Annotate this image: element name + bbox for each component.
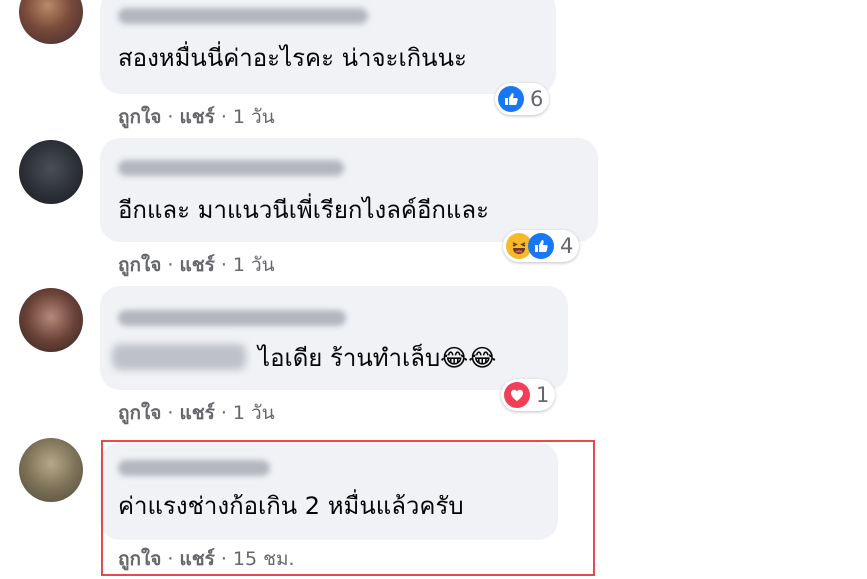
separator: · [167, 106, 174, 128]
reaction-count: 6 [530, 87, 544, 111]
reaction-summary[interactable]: 4 [503, 230, 580, 262]
avatar[interactable] [19, 140, 83, 204]
author-name-blurred[interactable] [118, 310, 346, 326]
comment-1: สองหมื่นนี่ค่าอะไรคะ น่าจะเกินนะ 6 ถูกใจ… [0, 0, 867, 130]
separator: · [167, 402, 174, 424]
reaction-summary[interactable]: 6 [495, 83, 550, 115]
avatar[interactable] [19, 288, 83, 352]
reaction-count: 1 [536, 383, 550, 407]
separator: · [167, 254, 174, 276]
comment-bubble: อีกและ มาแนวนีเพี่เรียกไงลค์อีกและ [100, 138, 598, 242]
comment-text: ไอเดีย ร้านทำเล็บ😂😂 [258, 344, 497, 372]
author-name-blurred[interactable] [118, 8, 368, 24]
highlight-box [101, 440, 595, 576]
comment-bubble: สองหมื่นนี่ค่าอะไรคะ น่าจะเกินนะ [100, 0, 556, 94]
love-icon [504, 382, 530, 408]
comment-actions: ถูกใจ · แชร์ · 1 วัน [118, 250, 275, 280]
comment-3: ไอเดีย ร้านทำเล็บ😂😂 1 ถูกใจ · แชร์ · 1 วัน [0, 280, 867, 430]
reaction-summary[interactable]: 1 [501, 379, 556, 411]
like-link[interactable]: ถูกใจ [118, 106, 161, 128]
separator: · [220, 254, 227, 276]
comment-bubble: ไอเดีย ร้านทำเล็บ😂😂 [100, 286, 568, 390]
share-link[interactable]: แชร์ [179, 402, 214, 424]
share-link[interactable]: แชร์ [179, 106, 214, 128]
avatar[interactable] [19, 0, 83, 44]
author-name-blurred[interactable] [118, 160, 344, 176]
comment-actions: ถูกใจ · แชร์ · 1 วัน [118, 102, 275, 132]
avatar[interactable] [19, 438, 83, 502]
like-icon [498, 86, 524, 112]
comment-2: อีกและ มาแนวนีเพี่เรียกไงลค์อีกและ 4 ถูก… [0, 130, 867, 280]
like-link[interactable]: ถูกใจ [118, 254, 161, 276]
comment-text: สองหมื่นนี่ค่าอะไรคะ น่าจะเกินนะ [118, 44, 467, 72]
reaction-count: 4 [560, 234, 574, 258]
timestamp[interactable]: 1 วัน [233, 402, 275, 424]
share-link[interactable]: แชร์ [179, 254, 214, 276]
timestamp[interactable]: 1 วัน [233, 254, 275, 276]
comment-actions: ถูกใจ · แชร์ · 1 วัน [118, 398, 275, 428]
comment-text: อีกและ มาแนวนีเพี่เรียกไงลค์อีกและ [118, 196, 489, 224]
timestamp[interactable]: 1 วัน [233, 106, 275, 128]
separator: · [220, 402, 227, 424]
mention-blurred[interactable] [112, 344, 246, 370]
separator: · [220, 106, 227, 128]
like-link[interactable]: ถูกใจ [118, 402, 161, 424]
like-icon [528, 233, 554, 259]
